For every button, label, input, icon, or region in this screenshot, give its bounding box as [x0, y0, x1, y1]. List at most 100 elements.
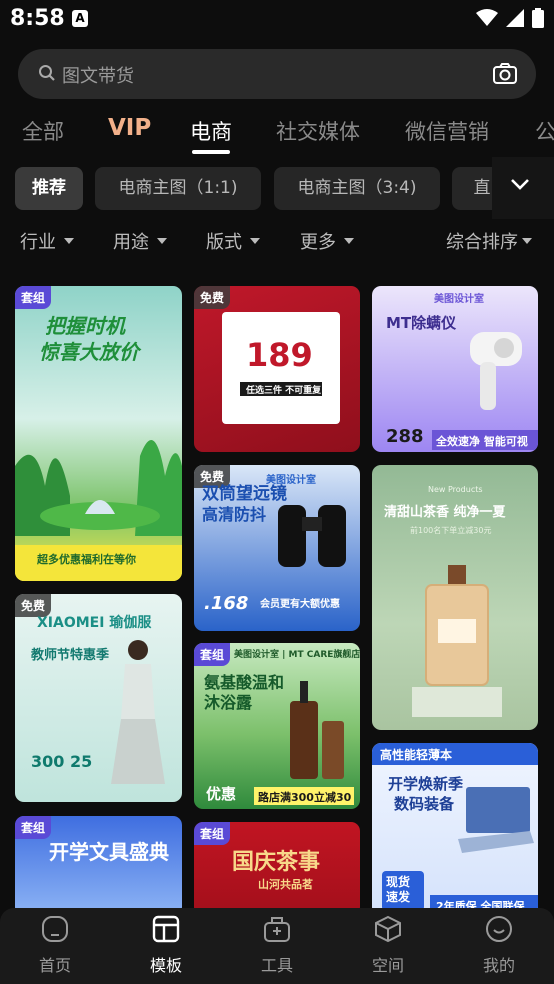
tab-social-media[interactable]: 社交媒体: [276, 116, 360, 146]
card-title: 惊喜大放价: [39, 340, 139, 364]
badge-set: 套组: [194, 643, 231, 666]
bottles-illustration: [290, 681, 344, 779]
card-footer-left: 现货速发: [386, 875, 411, 904]
filter-industry-label: 行业: [20, 232, 56, 253]
filter-more-label: 更多: [300, 232, 336, 253]
card-title: 开学文具盛典: [49, 840, 169, 864]
card-footer: 路店满300立减30: [254, 787, 354, 805]
bottom-navigation: 首页 模板 工具 空间 我的: [0, 908, 554, 984]
chip-main-image-1-1[interactable]: 电商主图（1:1): [95, 167, 261, 210]
card-brand: 美图设计室: [434, 294, 484, 305]
template-card[interactable]: 套组 开学文具盛典: [15, 816, 182, 916]
tab-more-partial[interactable]: 公: [535, 116, 554, 146]
template-card[interactable]: New Products 清甜山茶香 纯净一夏 前100名下单立减30元: [372, 465, 538, 730]
filter-purpose-label: 用途: [113, 232, 149, 253]
nav-tools-label: 工具: [260, 956, 293, 975]
yoga-figure-illustration: [111, 640, 165, 784]
laptop-illustration: [458, 787, 534, 853]
search-bar[interactable]: 图文带货: [18, 49, 536, 99]
cube-icon: [375, 915, 401, 943]
card-brand: 美图设计室 | MT CARE旗舰店: [234, 650, 360, 660]
expand-chips-button[interactable]: [492, 157, 554, 219]
nav-space[interactable]: 空间: [348, 914, 428, 976]
card-title: 开学焕新季: [388, 775, 464, 793]
caret-down-icon: [522, 238, 532, 244]
filter-layout[interactable]: 版式: [206, 228, 260, 254]
caret-down-icon: [157, 238, 167, 244]
caret-down-icon: [344, 238, 354, 244]
nav-profile-label: 我的: [482, 956, 515, 975]
card-footer: 全效速净 智能可视: [432, 430, 538, 450]
card-subtitle: 任选三件 不可重复: [246, 386, 322, 396]
template-card[interactable]: 套组 国庆茶事 山河共品茗: [194, 822, 360, 916]
template-card[interactable]: 美图设计室 MT除螨仪 288 全效速净 智能可视: [372, 286, 538, 452]
battery-icon: [532, 8, 544, 28]
card-subtitle: 前100名下单立减30元: [410, 526, 492, 535]
card-footer-text: 路店满300立减30: [258, 791, 352, 804]
nav-profile[interactable]: 我的: [459, 914, 539, 976]
card-title: 高清防抖: [202, 505, 267, 524]
filter-bar: 行业 用途 版式 更多 综合排序: [0, 228, 554, 258]
chevron-down-icon: [511, 179, 529, 190]
search-icon: [39, 65, 55, 81]
template-card[interactable]: 套组 美图设计室 | MT CARE旗舰店 氨基酸温和 沐浴露 优惠 路店满30…: [194, 643, 360, 809]
card-title: 国庆茶事: [232, 850, 321, 875]
tab-wechat-marketing[interactable]: 微信营销: [405, 116, 489, 146]
sort-dropdown[interactable]: 综合排序: [446, 228, 532, 254]
chip-recommended[interactable]: 推荐: [15, 167, 83, 210]
caret-down-icon: [64, 238, 74, 244]
badge-free: 免费: [194, 286, 231, 309]
system-icons: [476, 8, 544, 28]
signal-icon: [506, 9, 524, 27]
badge-set: 套组: [194, 822, 231, 845]
template-card[interactable]: 高性能轻薄本 开学焕新季 数码装备 现货速发 2年质保 全国联保: [372, 743, 538, 916]
template-card[interactable]: 免费 189 任选三件 不可重复: [194, 286, 360, 452]
toolbox-icon: [264, 917, 290, 942]
caret-down-icon: [250, 238, 260, 244]
template-card[interactable]: 免费 XIAOMEI 瑜伽服 教师节特惠季 300 25: [15, 594, 182, 802]
camera-icon[interactable]: [492, 62, 518, 86]
card-footer-text: 超多优惠福利在等你: [37, 553, 136, 566]
nav-tools[interactable]: 工具: [237, 914, 317, 976]
card-title: 数码装备: [394, 795, 455, 813]
card-footer-text: 会员更有大额优惠: [260, 599, 340, 610]
chip-main-image-3-4[interactable]: 电商主图（3:4): [274, 167, 440, 210]
card-tagline: New Products: [428, 485, 483, 494]
card-numbers: 300 25: [31, 752, 93, 771]
template-card[interactable]: 套组 把握时机 惊喜大放价 超多优惠福利在等你: [15, 286, 182, 581]
badge-set: 套组: [15, 816, 52, 839]
tab-vip[interactable]: VIP: [108, 115, 151, 141]
card-title: 沐浴露: [204, 693, 253, 712]
app-notification-icon: A: [72, 10, 88, 27]
nav-home[interactable]: 首页: [15, 914, 95, 976]
price-panel: 189 任选三件 不可重复: [222, 312, 340, 424]
status-bar: 8:58 A: [0, 0, 554, 38]
subcategory-chips: 推荐 电商主图（1:1) 电商主图（3:4) 直: [0, 167, 554, 211]
nav-home-label: 首页: [38, 956, 71, 975]
card-price: .168: [204, 593, 249, 614]
price-tag-strip: 任选三件 不可重复: [240, 382, 322, 396]
card-price: 189: [246, 336, 313, 374]
plants-illustration: [15, 440, 182, 536]
card-tag: 高性能轻薄本: [380, 748, 453, 762]
category-tabs: 全部 VIP 电商 社交媒体 微信营销 公: [0, 110, 554, 158]
filter-industry[interactable]: 行业: [20, 228, 74, 254]
mite-remover-illustration: [470, 332, 522, 410]
template-card[interactable]: 免费 美图设计室 双筒望远镜 高清防抖 .168 会员更有大额优惠: [194, 465, 360, 631]
card-title: 清甜山茶香 纯净一夏: [384, 505, 506, 520]
filter-more[interactable]: 更多: [300, 228, 354, 254]
tab-ecommerce[interactable]: 电商: [190, 116, 232, 146]
nav-templates-label: 模板: [149, 956, 182, 975]
badge-set: 套组: [15, 286, 52, 309]
card-title: 把握时机: [45, 314, 125, 338]
template-icon: [152, 915, 180, 943]
filter-layout-label: 版式: [206, 232, 242, 253]
filter-purpose[interactable]: 用途: [113, 228, 167, 254]
wifi-icon: [476, 9, 498, 26]
card-subtitle: 山河共品茗: [258, 878, 313, 891]
smile-icon: [486, 916, 512, 942]
status-time: 8:58: [10, 6, 65, 31]
sort-label: 综合排序: [446, 232, 518, 253]
nav-templates[interactable]: 模板: [126, 914, 206, 976]
tab-all[interactable]: 全部: [22, 116, 64, 146]
